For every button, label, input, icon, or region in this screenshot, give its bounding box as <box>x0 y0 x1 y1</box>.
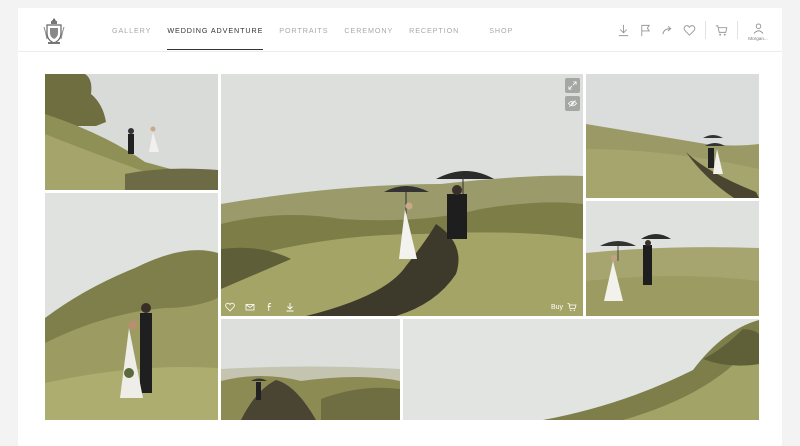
buy-button[interactable]: Buy <box>551 302 577 312</box>
expand-button[interactable] <box>565 78 580 93</box>
gallery-photo[interactable] <box>45 193 218 420</box>
cart-icon[interactable] <box>715 24 728 37</box>
crest-logo-icon[interactable] <box>42 17 66 45</box>
gallery-photo[interactable] <box>586 74 759 198</box>
nav-item-wedding-adventure[interactable]: WEDDING ADVENTURE <box>167 8 264 52</box>
top-header: GALLERY WEDDING ADVENTURE PORTRAITS CERE… <box>18 8 782 52</box>
flag-icon[interactable] <box>639 24 652 37</box>
hide-button[interactable] <box>565 96 580 111</box>
gallery-photo[interactable] <box>403 319 759 420</box>
header-actions: Morgan... <box>608 8 770 52</box>
facebook-icon[interactable] <box>265 302 275 312</box>
share-icon[interactable] <box>661 24 674 37</box>
heart-icon[interactable] <box>225 302 235 312</box>
gallery-photo[interactable] <box>45 74 218 190</box>
user-account[interactable]: Morgan... <box>746 19 770 41</box>
nav-item-gallery[interactable]: GALLERY <box>112 8 151 52</box>
heart-icon[interactable] <box>683 24 696 37</box>
header-divider <box>705 21 706 39</box>
user-name: Morgan... <box>748 36 768 41</box>
photo-actions-bar <box>225 302 305 312</box>
mail-icon[interactable] <box>245 302 255 312</box>
download-icon[interactable] <box>617 24 630 37</box>
header-divider <box>737 21 738 39</box>
nav-item-reception[interactable]: RECEPTION <box>409 8 459 52</box>
nav-item-shop[interactable]: SHOP <box>489 8 513 52</box>
expand-icon <box>568 81 577 90</box>
gallery-nav: GALLERY WEDDING ADVENTURE PORTRAITS CERE… <box>112 8 529 52</box>
download-icon[interactable] <box>285 302 295 312</box>
gallery-photo[interactable] <box>221 319 400 420</box>
featured-photo[interactable]: Buy <box>221 74 583 316</box>
user-icon <box>753 23 763 34</box>
nav-item-portraits[interactable]: PORTRAITS <box>279 8 328 52</box>
buy-label: Buy <box>550 303 563 311</box>
nav-item-ceremony[interactable]: CEREMONY <box>344 8 393 52</box>
gallery-photo[interactable] <box>586 201 759 316</box>
eye-icon <box>568 100 577 107</box>
cart-icon <box>567 303 577 311</box>
app-window: GALLERY WEDDING ADVENTURE PORTRAITS CERE… <box>18 8 782 446</box>
